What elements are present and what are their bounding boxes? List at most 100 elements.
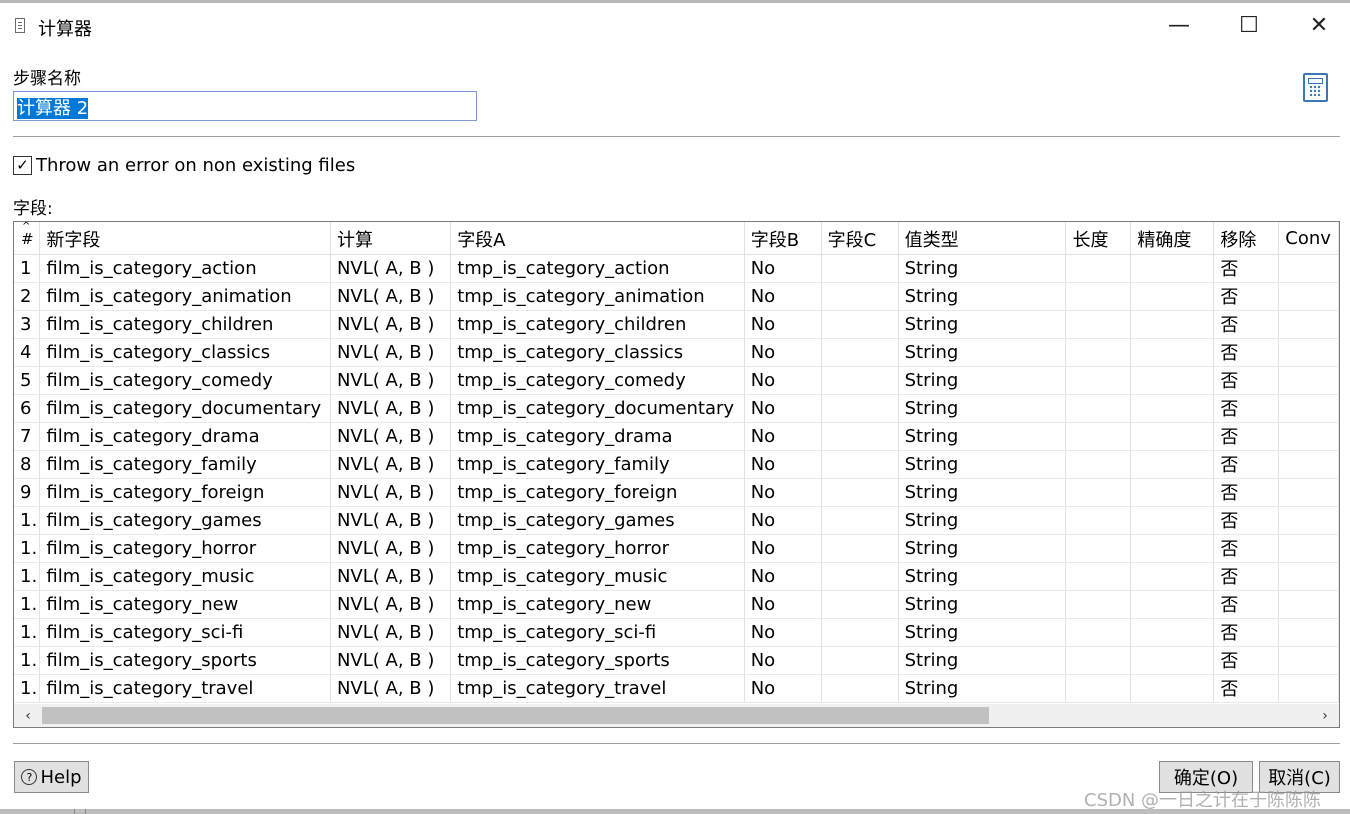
table-row[interactable]: 8 film_is_category_family NVL( A, B ) tmp_i… xyxy=(14,450,1339,479)
table-cell[interactable]: tmp_is_category_children xyxy=(450,310,745,339)
table-cell[interactable]: 否 xyxy=(1213,282,1280,311)
table-cell[interactable] xyxy=(1130,674,1215,703)
table-row[interactable]: 1. film_is_category_travel NVL( A, B ) tmp_… xyxy=(14,674,1339,703)
table-cell[interactable]: film_is_category_new xyxy=(39,590,331,619)
table-cell[interactable] xyxy=(1065,674,1132,703)
table-cell[interactable] xyxy=(1130,534,1215,563)
table-cell[interactable]: 否 xyxy=(1213,618,1280,647)
table-cell[interactable] xyxy=(1130,590,1215,619)
table-cell[interactable]: 否 xyxy=(1213,394,1280,423)
table-cell[interactable]: No xyxy=(744,562,822,591)
table-cell[interactable] xyxy=(1278,534,1339,563)
column-header[interactable]: 精确度 xyxy=(1130,222,1215,255)
table-cell[interactable]: No xyxy=(744,282,822,311)
table-cell[interactable]: No xyxy=(744,506,822,535)
table-cell[interactable]: film_is_category_documentary xyxy=(39,394,331,423)
table-cell[interactable] xyxy=(1065,618,1132,647)
table-cell[interactable]: tmp_is_category_comedy xyxy=(450,366,745,395)
table-cell[interactable] xyxy=(821,562,899,591)
table-cell[interactable]: 否 xyxy=(1213,422,1280,451)
table-cell[interactable]: 否 xyxy=(1213,310,1280,339)
table-cell[interactable]: String xyxy=(898,562,1067,591)
table-cell[interactable]: String xyxy=(898,478,1067,507)
table-cell[interactable]: tmp_is_category_drama xyxy=(450,422,745,451)
table-cell[interactable] xyxy=(1065,338,1132,367)
table-cell[interactable]: 否 xyxy=(1213,450,1280,479)
table-cell[interactable]: tmp_is_category_animation xyxy=(450,282,745,311)
table-cell[interactable]: No xyxy=(744,450,822,479)
table-cell[interactable]: film_is_category_comedy xyxy=(39,366,331,395)
table-row[interactable]: 2 film_is_category_animation NVL( A, B ) tm… xyxy=(14,282,1339,311)
table-cell[interactable]: NVL( A, B ) xyxy=(330,310,452,339)
table-cell[interactable] xyxy=(1130,366,1215,395)
table-cell[interactable] xyxy=(1130,394,1215,423)
table-cell[interactable] xyxy=(1065,646,1132,675)
table-cell[interactable] xyxy=(1278,310,1339,339)
table-cell[interactable] xyxy=(1130,618,1215,647)
table-cell[interactable]: 否 xyxy=(1213,646,1280,675)
table-cell[interactable] xyxy=(1130,254,1215,283)
table-cell[interactable] xyxy=(821,422,899,451)
table-cell[interactable] xyxy=(1130,282,1215,311)
table-cell[interactable] xyxy=(1065,366,1132,395)
table-cell[interactable] xyxy=(1065,506,1132,535)
table-cell[interactable]: tmp_is_category_horror xyxy=(450,534,745,563)
table-cell[interactable]: NVL( A, B ) xyxy=(330,338,452,367)
table-cell[interactable] xyxy=(1278,422,1339,451)
table-cell[interactable]: film_is_category_classics xyxy=(39,338,331,367)
table-cell[interactable] xyxy=(821,674,899,703)
table-cell[interactable] xyxy=(1278,394,1339,423)
table-cell[interactable]: String xyxy=(898,534,1067,563)
column-header[interactable]: 计算 xyxy=(330,222,452,255)
table-cell[interactable] xyxy=(1278,478,1339,507)
table-cell[interactable] xyxy=(1065,478,1132,507)
table-cell[interactable]: No xyxy=(744,366,822,395)
table-row[interactable]: 4 film_is_category_classics NVL( A, B ) tmp… xyxy=(14,338,1339,367)
table-cell[interactable] xyxy=(821,366,899,395)
table-cell[interactable] xyxy=(1278,450,1339,479)
table-cell[interactable]: tmp_is_category_sci-fi xyxy=(450,618,745,647)
table-cell[interactable]: 否 xyxy=(1213,506,1280,535)
table-cell[interactable]: film_is_category_children xyxy=(39,310,331,339)
throw-error-option[interactable]: ✓ Throw an error on non existing files xyxy=(13,153,355,177)
help-button[interactable]: ? Help xyxy=(14,761,89,793)
scroll-left-button[interactable]: ‹ xyxy=(14,704,42,727)
table-cell[interactable]: String xyxy=(898,310,1067,339)
table-row[interactable]: 1. film_is_category_horror NVL( A, B ) tmp_… xyxy=(14,534,1339,563)
table-cell[interactable] xyxy=(1278,590,1339,619)
table-cell[interactable] xyxy=(1130,450,1215,479)
column-header[interactable]: Conv xyxy=(1278,222,1339,255)
table-cell[interactable]: tmp_is_category_games xyxy=(450,506,745,535)
column-header[interactable]: 字段B xyxy=(744,222,822,255)
column-header[interactable]: 长度 xyxy=(1065,222,1132,255)
table-cell[interactable] xyxy=(821,646,899,675)
table-cell[interactable] xyxy=(1130,646,1215,675)
table-cell[interactable]: No xyxy=(744,254,822,283)
table-cell[interactable]: 否 xyxy=(1213,478,1280,507)
table-row[interactable]: 5 film_is_category_comedy NVL( A, B ) tmp_i… xyxy=(14,366,1339,395)
table-cell[interactable] xyxy=(1065,310,1132,339)
column-header[interactable]: 值类型 xyxy=(898,222,1067,255)
table-row[interactable]: 3 film_is_category_children NVL( A, B ) tmp… xyxy=(14,310,1339,339)
scroll-right-button[interactable]: › xyxy=(1311,704,1339,727)
table-cell[interactable] xyxy=(1065,422,1132,451)
table-row[interactable]: 1. film_is_category_games NVL( A, B ) tmp_i… xyxy=(14,506,1339,535)
table-cell[interactable]: tmp_is_category_family xyxy=(450,450,745,479)
throw-error-checkbox[interactable]: ✓ xyxy=(13,155,32,175)
column-header[interactable]: 字段A xyxy=(450,222,745,255)
table-cell[interactable]: String xyxy=(898,254,1067,283)
table-cell[interactable]: No xyxy=(744,534,822,563)
table-cell[interactable]: No xyxy=(744,478,822,507)
table-cell[interactable]: String xyxy=(898,422,1067,451)
table-cell[interactable] xyxy=(821,450,899,479)
table-cell[interactable]: NVL( A, B ) xyxy=(330,618,452,647)
table-cell[interactable]: No xyxy=(744,646,822,675)
table-cell[interactable]: NVL( A, B ) xyxy=(330,450,452,479)
table-cell[interactable] xyxy=(1278,366,1339,395)
table-cell[interactable] xyxy=(1065,562,1132,591)
table-cell[interactable]: tmp_is_category_foreign xyxy=(450,478,745,507)
table-cell[interactable]: film_is_category_sci-fi xyxy=(39,618,331,647)
table-cell[interactable] xyxy=(821,506,899,535)
table-cell[interactable]: 否 xyxy=(1213,338,1280,367)
table-cell[interactable]: tmp_is_category_documentary xyxy=(450,394,745,423)
